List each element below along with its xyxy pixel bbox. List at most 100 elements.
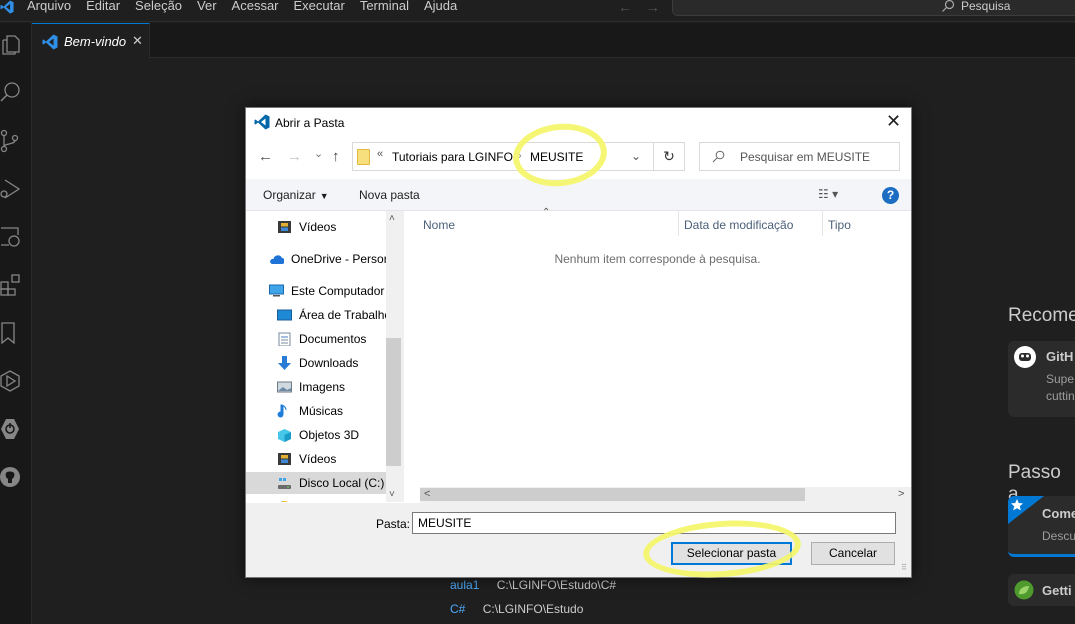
vscode-logo-icon — [0, 0, 14, 14]
back-arrow-icon[interactable]: ← — [258, 148, 273, 165]
menu-ajuda[interactable]: Ajuda — [424, 0, 457, 14]
nav-pane-item[interactable]: OneDrive - Persor — [246, 248, 388, 270]
breadcrumb-current[interactable]: MEUSITE — [530, 150, 583, 164]
breadcrumb-parent[interactable]: Tutoriais para LGINFO — [392, 150, 513, 164]
folder-icon — [357, 149, 370, 165]
search-placeholder: Pesquisar em MEUSITE — [740, 150, 871, 164]
menu-arquivo[interactable]: Arquivo — [27, 0, 71, 14]
walkthrough-card[interactable]: Come Descu — [1008, 496, 1075, 557]
dev-containers-icon[interactable] — [0, 369, 24, 393]
column-header-name[interactable]: Nome — [404, 211, 678, 236]
source-control-icon[interactable] — [0, 129, 24, 153]
getting-started-card[interactable]: Getti — [1008, 574, 1075, 606]
recent-name[interactable]: aula1 — [450, 578, 479, 592]
remote-explorer-icon[interactable] — [0, 225, 24, 249]
card-description: Descu — [1042, 529, 1075, 543]
menu-executar[interactable]: Executar — [294, 0, 345, 14]
music-icon — [277, 404, 287, 418]
nav-pane-item[interactable]: Área de Trabalhc — [246, 304, 390, 326]
nav-pane-item[interactable]: Este Computador — [246, 280, 386, 302]
search-icon — [942, 0, 955, 12]
search-input[interactable]: Pesquisar em MEUSITE — [699, 142, 900, 171]
address-bar[interactable]: « Tutoriais para LGINFO › MEUSITE ⌄ — [352, 142, 654, 171]
folder-name-input[interactable]: MEUSITE — [412, 512, 896, 534]
resize-grip-icon[interactable]: ⠿ — [901, 563, 907, 572]
scrollbar-thumb[interactable] — [420, 488, 805, 501]
select-folder-button[interactable]: Selecionar pasta — [671, 542, 792, 565]
organize-button[interactable]: Organizar ▼ — [263, 188, 329, 202]
recent-item[interactable]: aula1 C:\LGINFO\Estudo\C# — [450, 578, 616, 592]
nav-pane-item-label: Objetos 3D — [299, 428, 360, 442]
organize-label: Organizar — [263, 188, 316, 202]
menu-bar: Arquivo Editar Seleção Ver Acessar Execu… — [27, 0, 472, 14]
nav-pane-item[interactable]: Músicas — [246, 400, 386, 422]
scroll-left-icon[interactable]: < — [424, 488, 430, 500]
help-icon[interactable]: ? — [882, 187, 899, 204]
scroll-up-icon[interactable]: ˄ — [389, 213, 395, 224]
caret-down-icon: ▼ — [319, 191, 329, 201]
cancel-button[interactable]: Cancelar — [811, 542, 895, 565]
address-dropdown-icon[interactable]: ⌄ — [631, 149, 641, 163]
tab-label: Bem-vindo — [64, 34, 127, 49]
scroll-down-icon[interactable]: ˅ — [389, 489, 395, 500]
up-folder-icon[interactable]: ↑ — [332, 148, 340, 165]
navigation-pane: Vídeos OneDrive - Persor Este Computador Ár… — [246, 211, 401, 502]
close-tab-icon[interactable]: ✕ — [132, 33, 143, 49]
refresh-button[interactable]: ↻ — [654, 142, 685, 171]
column-header-type[interactable]: Tipo — [823, 211, 911, 236]
scrollbar-thumb[interactable] — [386, 338, 401, 466]
new-folder-button[interactable]: Nova pasta — [359, 188, 420, 202]
back-arrow-icon[interactable]: ← — [618, 0, 632, 15]
recommended-card[interactable]: GitH Supe cuttin — [1008, 341, 1075, 417]
menu-selecao[interactable]: Seleção — [135, 0, 182, 14]
menu-acessar[interactable]: Acessar — [232, 0, 279, 14]
forward-arrow-icon[interactable]: → — [287, 148, 302, 165]
forward-arrow-icon[interactable]: → — [646, 0, 660, 15]
column-header-date[interactable]: Data de modificação — [679, 211, 822, 236]
recent-locations-icon[interactable]: ⌄ — [314, 147, 323, 160]
editor-tab-strip: Bem-vindo ✕ — [32, 23, 1075, 58]
nav-pane-scrollbar[interactable]: ˄ ˅ — [386, 211, 401, 502]
view-options-icon[interactable]: ☷ ▾ — [818, 187, 838, 201]
folder-label: Pasta: — [376, 517, 411, 531]
history-nav: ← → — [618, 0, 670, 15]
breadcrumb-overflow[interactable]: « — [377, 148, 383, 160]
nav-pane-item[interactable]: Vídeos — [246, 448, 386, 470]
address-row: ← → ⌄ ↑ « Tutoriais para LGINFO › MEUSIT… — [246, 139, 911, 177]
spring-boot-icon[interactable] — [0, 417, 24, 441]
run-debug-icon[interactable] — [0, 177, 24, 201]
menu-terminal[interactable]: Terminal — [360, 0, 409, 14]
scroll-right-icon[interactable]: > — [898, 488, 904, 500]
breadcrumb-separator[interactable]: › — [518, 150, 522, 162]
dialog-title-bar[interactable]: Abrir a Pasta ✕ — [246, 108, 911, 138]
command-center-search[interactable]: Pesquisa — [672, 0, 1075, 16]
tab-welcome[interactable]: Bem-vindo ✕ — [32, 23, 150, 58]
bookmarks-icon[interactable] — [0, 321, 24, 345]
explorer-icon[interactable] — [0, 33, 24, 57]
card-title: Come — [1042, 506, 1075, 521]
onedrive-icon — [270, 255, 284, 264]
nav-pane-item[interactable]: Objetos 3D — [246, 424, 386, 446]
recent-item[interactable]: C# C:\LGINFO\Estudo — [450, 602, 583, 616]
nav-pane-item-label: Músicas — [299, 404, 344, 418]
recent-path: C:\LGINFO\Estudo — [482, 602, 584, 616]
nav-pane-item[interactable]: Downloads — [246, 352, 386, 374]
nav-pane-item[interactable]: Vídeos — [246, 216, 386, 238]
nav-pane-item[interactable]: Disco Local (C:) — [246, 472, 386, 494]
menu-editar[interactable]: Editar — [86, 0, 120, 14]
nav-pane-item[interactable]: Documentos — [246, 328, 386, 350]
close-dialog-icon[interactable]: ✕ — [886, 111, 901, 132]
extensions-icon[interactable] — [0, 273, 24, 297]
menu-ver[interactable]: Ver — [197, 0, 217, 14]
github-icon[interactable] — [0, 465, 24, 489]
search-icon[interactable] — [0, 81, 24, 105]
file-list-hscrollbar[interactable]: < > — [420, 487, 911, 503]
column-label: Nome — [423, 218, 456, 232]
nav-pane-item-label: Este Computador — [291, 284, 385, 298]
recent-name[interactable]: C# — [450, 602, 465, 616]
nav-pane-item[interactable]: Imagens — [246, 376, 386, 398]
dialog-title: Abrir a Pasta — [275, 116, 345, 130]
google-drive-icon — [281, 501, 288, 502]
card-description: Supe — [1046, 372, 1075, 386]
nav-pane-item[interactable]: Google Drive (G: — [246, 496, 389, 502]
